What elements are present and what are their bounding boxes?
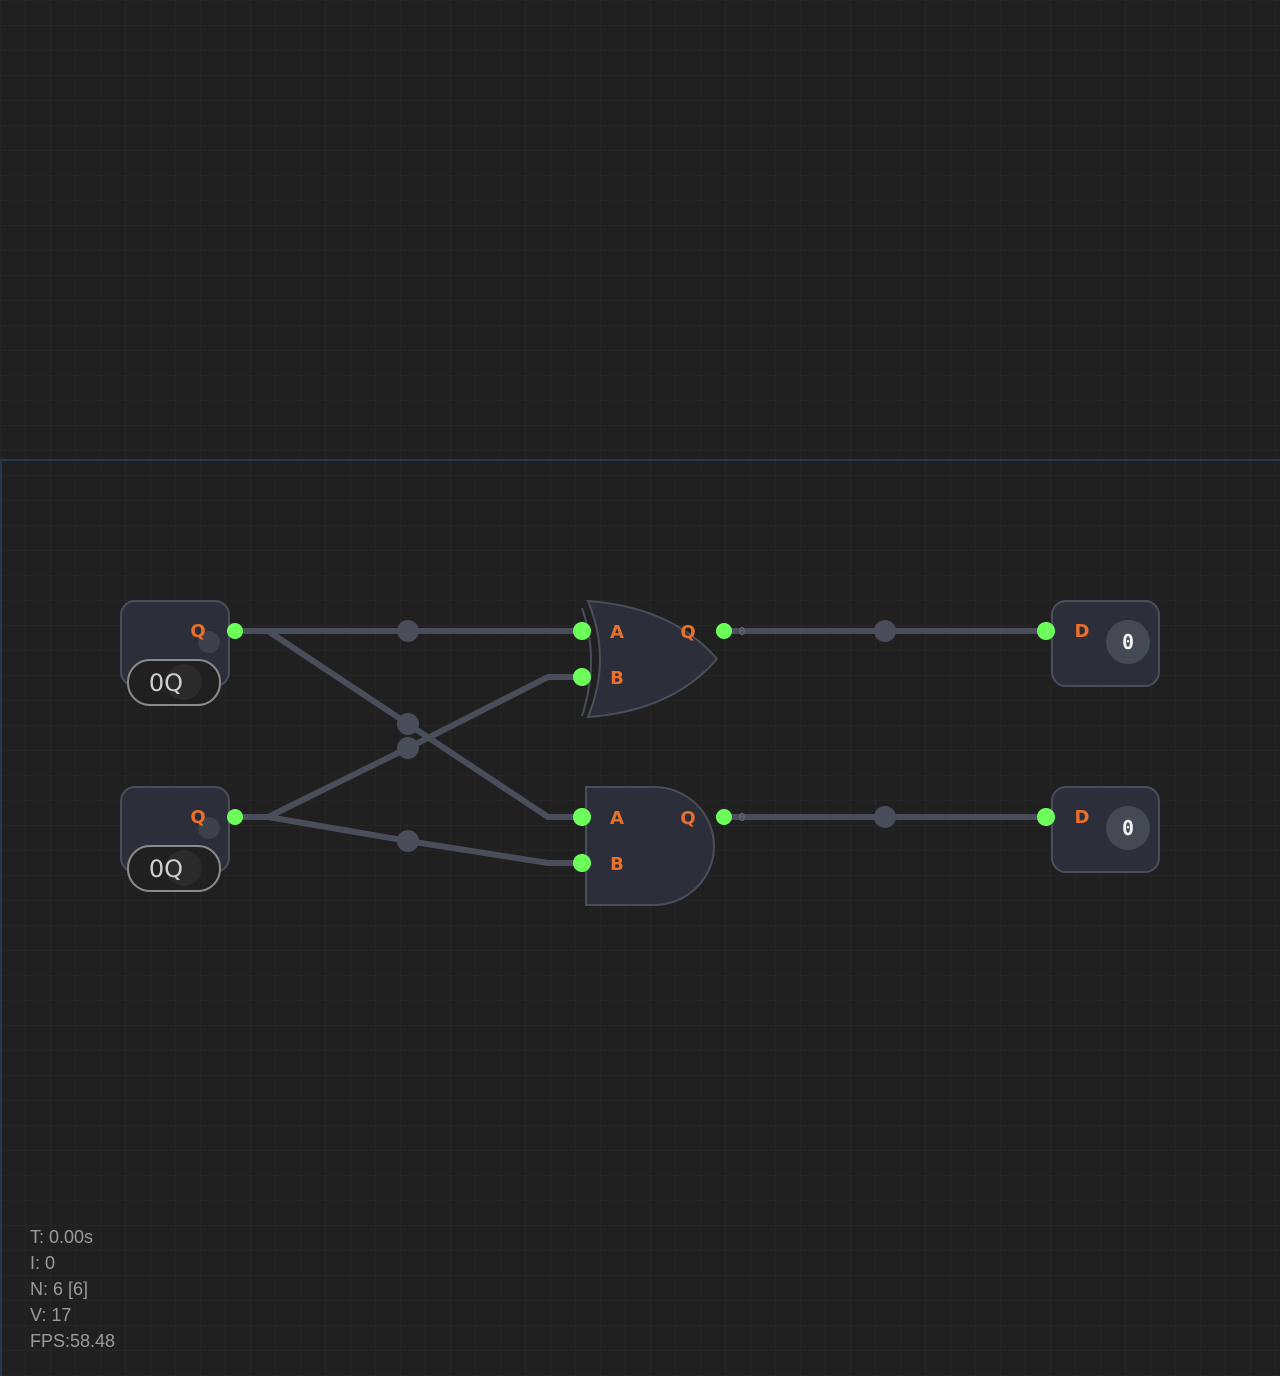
- toggle-text: 0Q: [149, 669, 183, 697]
- and-output-pin[interactable]: [716, 809, 732, 825]
- junction-dot[interactable]: [874, 620, 896, 642]
- debug-stats: T: 0.00s I: 0 N: 6 [6] V: 17 FPS:58.48: [30, 1224, 115, 1354]
- output-display-2[interactable]: D 0: [1037, 786, 1160, 873]
- stat-vertices: V: 17: [30, 1305, 72, 1325]
- junction-dot[interactable]: [397, 713, 419, 735]
- or-input-b-label: B: [610, 668, 624, 689]
- or-input-b-pin[interactable]: [573, 668, 591, 686]
- or-output-pin[interactable]: [716, 623, 732, 639]
- stat-time: T: 0.00s: [30, 1227, 94, 1247]
- and-gate-body[interactable]: [585, 786, 715, 906]
- display-pin-label: D: [1075, 807, 1090, 828]
- display-digit: 0: [1122, 816, 1134, 840]
- display-pin-label: D: [1075, 621, 1090, 642]
- output-display-1[interactable]: D 0: [1037, 600, 1160, 687]
- display-input-pin[interactable]: [1037, 622, 1055, 640]
- and-output-value: 0: [739, 811, 746, 824]
- input-pin-label: Q: [190, 621, 205, 642]
- junction-dot[interactable]: [397, 830, 419, 852]
- output-pin[interactable]: [227, 623, 243, 639]
- junction-dot[interactable]: [397, 620, 419, 642]
- and-output-label: Q: [680, 808, 695, 829]
- and-input-b-pin[interactable]: [573, 854, 591, 872]
- display-input-pin[interactable]: [1037, 808, 1055, 826]
- or-output-label: Q: [680, 622, 695, 643]
- or-input-a-pin[interactable]: [573, 622, 591, 640]
- and-input-b-label: B: [610, 854, 624, 875]
- and-input-a-label: A: [610, 808, 624, 829]
- input-pin-label: Q: [190, 807, 205, 828]
- or-input-a-label: A: [610, 622, 624, 643]
- display-digit: 0: [1122, 630, 1134, 654]
- output-pin[interactable]: [227, 809, 243, 825]
- junction-dot[interactable]: [397, 737, 419, 759]
- stat-fps: FPS:58.48: [30, 1331, 116, 1351]
- toggle-text: 0Q: [149, 855, 183, 883]
- stat-iterations: I: 0: [30, 1253, 56, 1273]
- junction-dot[interactable]: [874, 806, 896, 828]
- or-output-value: 0: [739, 625, 746, 638]
- circuit-canvas[interactable]: Q 0Q Q 0Q A B Q 0 A B Q 0 D 0 D 0: [0, 0, 1280, 1376]
- stat-nodes: N: 6 [6]: [30, 1279, 89, 1299]
- and-input-a-pin[interactable]: [573, 808, 591, 826]
